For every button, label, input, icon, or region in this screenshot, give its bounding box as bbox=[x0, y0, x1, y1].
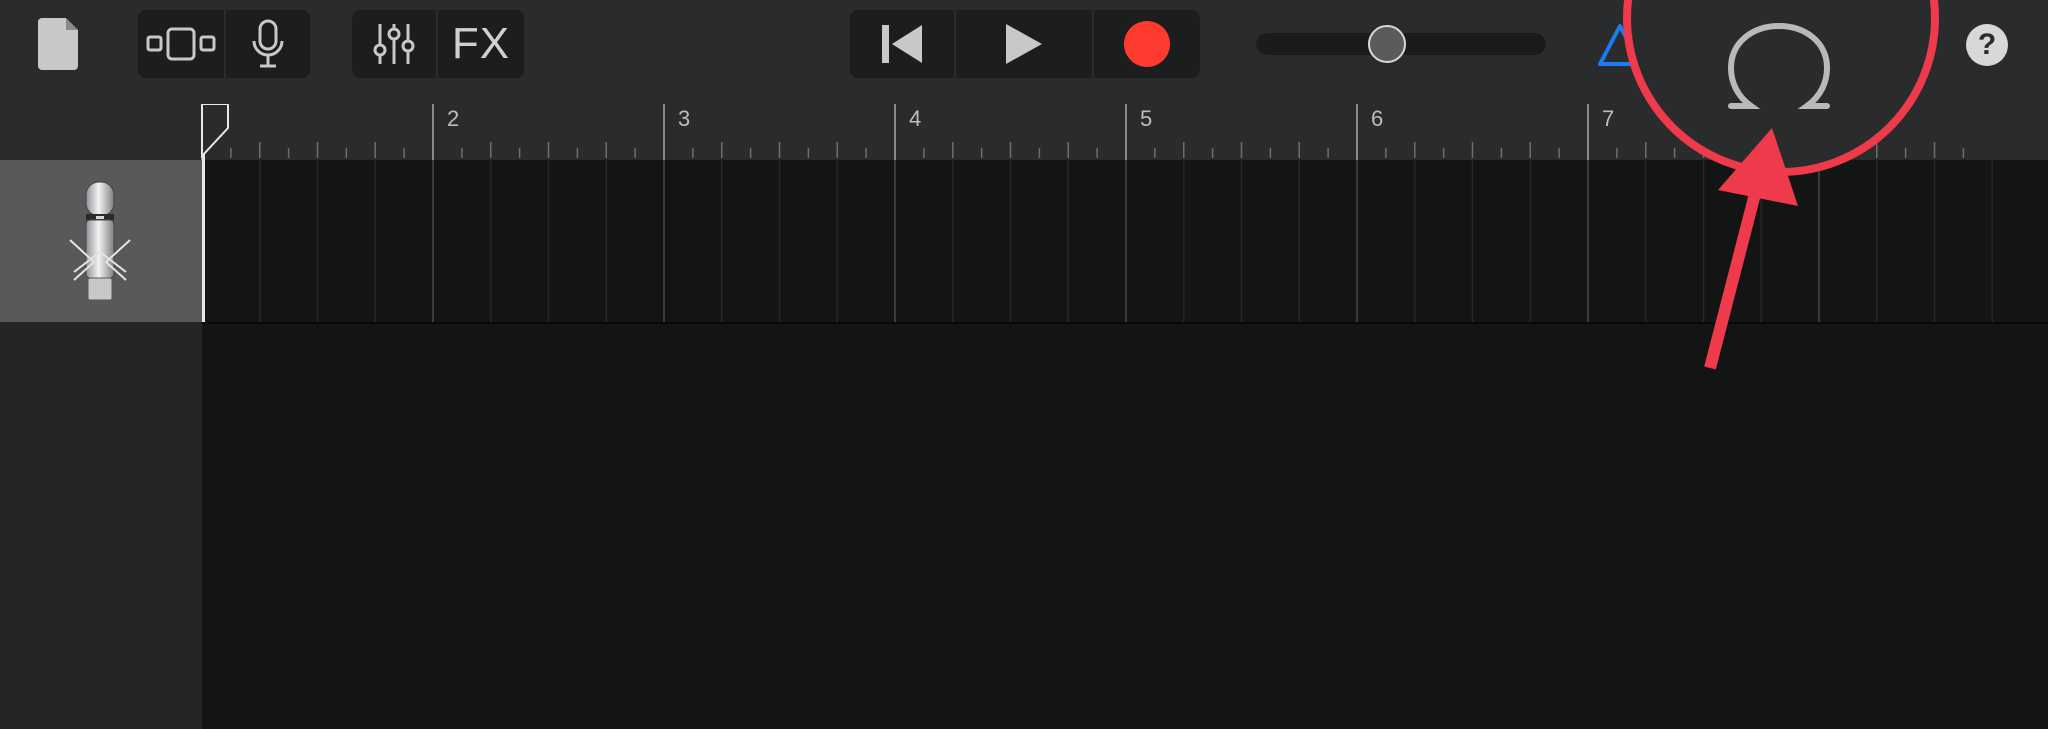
loop-browser-icon[interactable] bbox=[1727, 22, 1831, 112]
mixer-fx-group: FX bbox=[352, 10, 524, 78]
play-button[interactable] bbox=[954, 10, 1092, 78]
fx-label: FX bbox=[451, 19, 511, 68]
track-region-lane[interactable] bbox=[202, 160, 2048, 324]
track-header-area bbox=[0, 322, 202, 729]
record-button[interactable] bbox=[1092, 10, 1200, 78]
transport-group bbox=[850, 10, 1200, 78]
master-volume-slider[interactable] bbox=[1256, 25, 1546, 63]
beat-grid bbox=[202, 160, 1993, 322]
skip-back-icon bbox=[882, 25, 922, 63]
track-header[interactable] bbox=[0, 160, 202, 322]
document-icon bbox=[38, 18, 78, 70]
mixer-button[interactable] bbox=[352, 10, 436, 78]
ruler-bar-number: 6 bbox=[1371, 106, 1383, 131]
tracks-view-icon bbox=[146, 27, 216, 61]
help-button[interactable]: ? bbox=[1966, 24, 2008, 66]
microphone-icon bbox=[252, 19, 284, 68]
microphone-icon bbox=[69, 181, 131, 301]
empty-workspace[interactable] bbox=[202, 324, 2048, 729]
ruler-bar-number: 7 bbox=[1602, 106, 1614, 131]
play-icon bbox=[1006, 24, 1042, 64]
slider-knob[interactable] bbox=[1367, 25, 1406, 63]
playhead-handle[interactable] bbox=[200, 104, 230, 158]
ruler-bar-number: 2 bbox=[447, 106, 459, 131]
instrument-button[interactable] bbox=[224, 10, 310, 78]
fx-button[interactable]: FX bbox=[436, 10, 524, 78]
ruler-bar-number: 5 bbox=[1140, 106, 1152, 131]
ruler-bar-number: 4 bbox=[909, 106, 921, 131]
record-icon bbox=[1124, 21, 1170, 67]
tracks-view-button[interactable] bbox=[138, 10, 224, 78]
mixer-sliders-icon bbox=[373, 24, 415, 64]
view-group bbox=[138, 10, 310, 78]
ruler-bar-number: 3 bbox=[678, 106, 690, 131]
go-to-beginning-button[interactable] bbox=[850, 10, 954, 78]
my-songs-button[interactable] bbox=[38, 18, 82, 70]
